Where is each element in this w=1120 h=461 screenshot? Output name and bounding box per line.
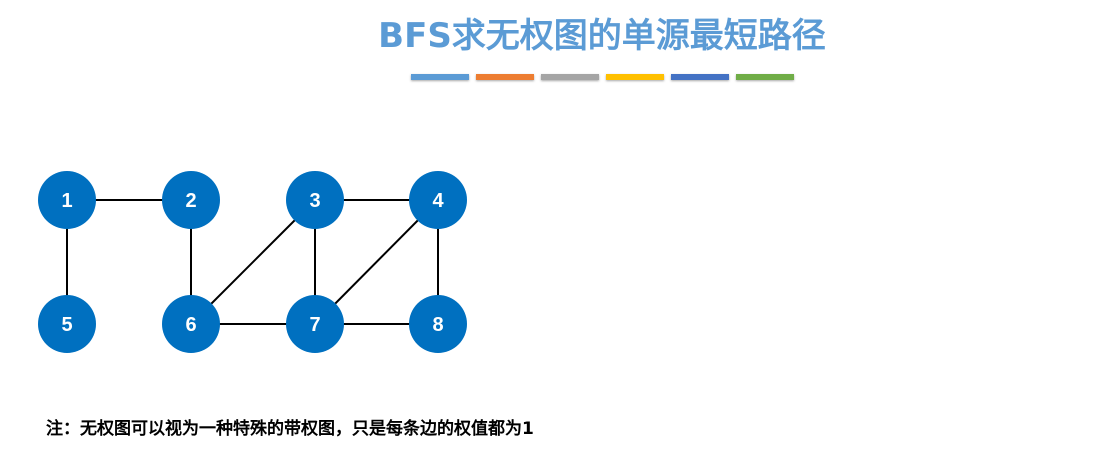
graph-diagram: 1 2 3 4 5 6 7 8 [38, 171, 467, 353]
node-6: 6 [162, 295, 220, 353]
node-5: 5 [38, 295, 96, 353]
node-label: 7 [309, 314, 320, 336]
node-4: 4 [409, 171, 467, 229]
node-3: 3 [286, 171, 344, 229]
footnote: 注：无权图可以视为一种特殊的带权图，只是每条边的权值都为1 [46, 419, 534, 439]
node-2: 2 [162, 171, 220, 229]
node-1: 1 [38, 171, 96, 229]
node-label: 6 [185, 314, 196, 336]
node-label: 1 [61, 190, 72, 212]
node-label: 5 [61, 314, 72, 336]
node-8: 8 [409, 295, 467, 353]
node-label: 2 [185, 190, 196, 212]
node-label: 4 [432, 190, 444, 212]
node-label: 8 [432, 314, 443, 336]
edges-layer [66, 199, 439, 325]
node-label: 3 [309, 190, 320, 212]
node-7: 7 [286, 295, 344, 353]
